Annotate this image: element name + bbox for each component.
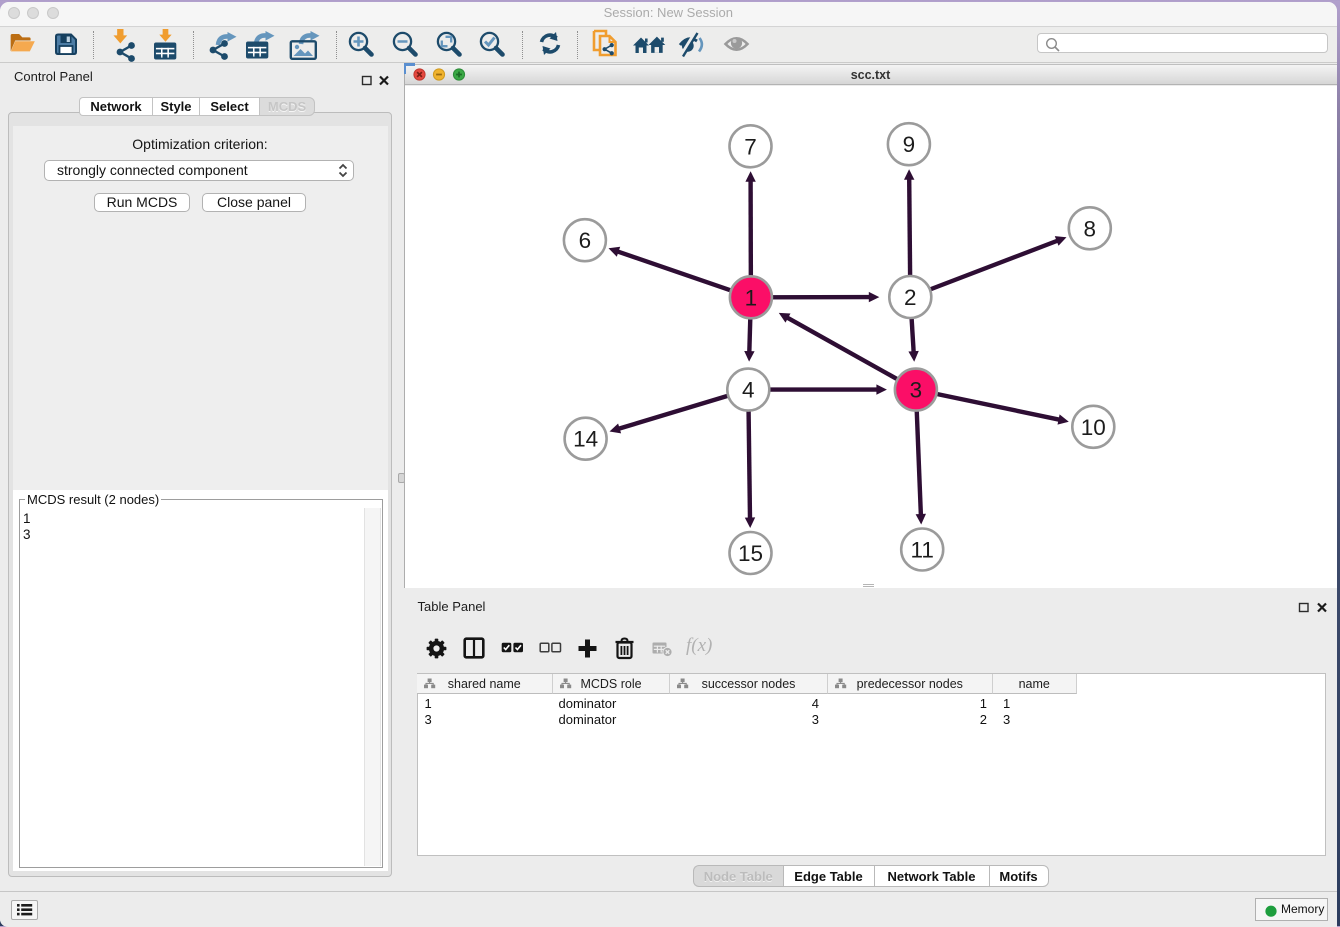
svg-text:9: 9 [902, 132, 915, 157]
svg-text:8: 8 [1083, 216, 1096, 241]
svg-text:10: 10 [1080, 415, 1105, 440]
svg-text:4: 4 [742, 378, 755, 403]
svg-text:14: 14 [573, 427, 598, 452]
svg-text:11: 11 [910, 538, 933, 563]
svg-text:3: 3 [909, 378, 922, 403]
svg-text:7: 7 [744, 134, 757, 159]
svg-text:2: 2 [904, 285, 917, 310]
svg-text:15: 15 [737, 541, 762, 566]
svg-text:6: 6 [578, 228, 591, 253]
svg-text:1: 1 [744, 285, 757, 310]
